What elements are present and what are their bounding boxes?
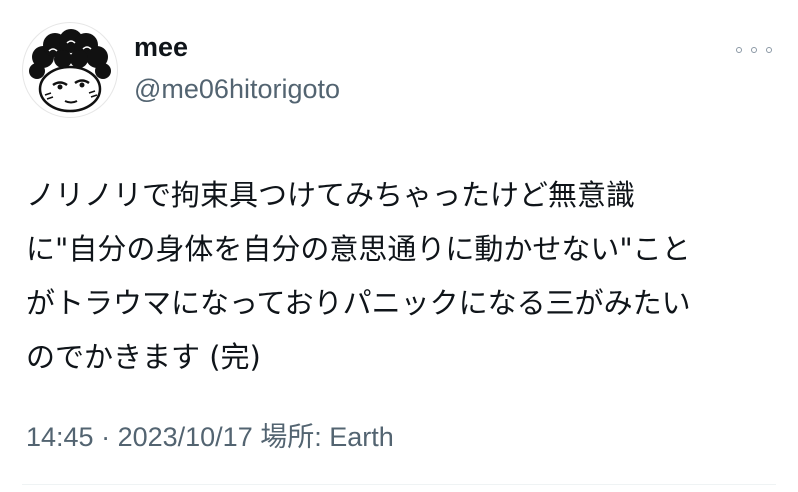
display-name[interactable]: mee bbox=[134, 30, 188, 64]
tweet-meta: 14:45 · 2023/10/17 場所: Earth bbox=[26, 420, 394, 454]
tweet-time[interactable]: 14:45 bbox=[26, 422, 94, 452]
divider bbox=[22, 484, 776, 485]
tweet-date[interactable]: 2023/10/17 bbox=[118, 422, 253, 452]
more-dot bbox=[751, 47, 757, 53]
avatar[interactable] bbox=[22, 22, 118, 118]
tweet-text-line: のでかきます (完) bbox=[26, 340, 261, 374]
user-handle[interactable]: @me06hitorigoto bbox=[134, 72, 340, 106]
location-label: 場所: bbox=[252, 422, 330, 452]
cartoon-face-avatar-icon bbox=[29, 29, 111, 113]
tweet-text-line: がトラウマになっておりパニックになる三がみたい bbox=[26, 286, 691, 320]
tweet-location: Earth bbox=[329, 422, 394, 452]
more-dot bbox=[766, 47, 772, 53]
tweet-text: ノリノリで拘束具つけてみちゃったけど無意識 に"自分の身体を自分の意思通りに動か… bbox=[26, 168, 786, 384]
meta-separator: · bbox=[93, 422, 118, 452]
tweet-card: mee @me06hitorigoto ノリノリで拘束具つけてみちゃったけど無意… bbox=[0, 0, 798, 492]
more-dot bbox=[736, 47, 742, 53]
tweet-text-line: ノリノリで拘束具つけてみちゃったけど無意識 bbox=[26, 178, 636, 212]
tweet-text-line: に"自分の身体を自分の意思通りに動かせない"こと bbox=[26, 232, 691, 266]
more-dots-icon[interactable] bbox=[736, 40, 772, 60]
